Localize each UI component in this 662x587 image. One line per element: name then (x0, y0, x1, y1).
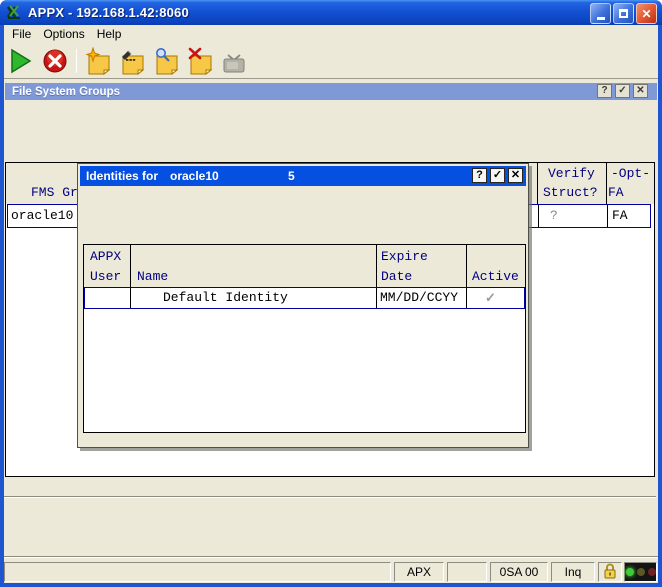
panel-cancel-button[interactable]: ✕ (633, 84, 648, 98)
screenshot-root: APPX - 192.168.1.42:8060 ✕ File Options … (0, 0, 662, 587)
new-record-icon[interactable] (84, 47, 112, 75)
cell-separator (130, 288, 131, 308)
padlock-icon (603, 563, 617, 582)
dialog-title-bar[interactable]: Identities for oracle10 5 ? ✓ ✕ (80, 166, 526, 186)
cell-separator (466, 288, 467, 308)
fs-cell-opt: FA (612, 208, 628, 223)
dialog-title-value: oracle10 (170, 169, 219, 183)
status-cell-inq: Inq (551, 562, 595, 582)
identities-table: APPX User Name Expire Date Active Defaul… (83, 244, 526, 433)
cell-separator (538, 205, 539, 227)
cell-name: Default Identity (163, 290, 288, 305)
fs-cell-group: oracle10 (11, 208, 73, 223)
divider (4, 556, 658, 558)
menu-help[interactable]: Help (91, 26, 128, 42)
fs-col-header-verify-2: Struct? (543, 185, 598, 200)
identities-dialog: Identities for oracle10 5 ? ✓ ✕ APPX Us (77, 163, 529, 448)
view-record-icon[interactable] (152, 47, 180, 75)
minimize-button[interactable] (590, 3, 611, 24)
cell-separator (376, 288, 377, 308)
cancel-icon[interactable] (41, 47, 69, 75)
toolbar (4, 43, 658, 79)
cell-expire-date: MM/DD/CCYY (380, 290, 458, 305)
status-lock-cell (598, 562, 622, 582)
identity-row[interactable]: Default Identity MM/DD/CCYY ✓ (84, 287, 525, 309)
col-header-date: Date (381, 269, 412, 284)
dialog-title-count: 5 (288, 169, 295, 183)
app-window: APPX - 192.168.1.42:8060 ✕ File Options … (0, 0, 662, 587)
col-header-expire: Expire (381, 249, 428, 264)
dialog-help-button[interactable]: ? (472, 168, 487, 183)
toolbar-separator (76, 49, 77, 73)
delete-record-icon[interactable] (186, 47, 214, 75)
edit-record-icon[interactable] (118, 47, 146, 75)
window-title: APPX - 192.168.1.42:8060 (28, 5, 189, 20)
panel-help-button[interactable]: ? (597, 84, 612, 98)
status-lights-icon (624, 562, 657, 582)
col-header-active: Active (472, 269, 519, 284)
menu-bar: File Options Help (4, 25, 658, 43)
menu-file[interactable]: File (6, 26, 37, 42)
dialog-title: Identities for (86, 169, 158, 183)
fs-col-header-opt-1: -Opt- (611, 166, 650, 181)
dialog-close-button[interactable]: ✕ (508, 168, 523, 183)
divider (4, 496, 656, 498)
menu-options[interactable]: Options (37, 26, 90, 42)
close-button[interactable]: ✕ (636, 3, 657, 24)
dialog-ok-button[interactable]: ✓ (490, 168, 505, 183)
red-light (648, 568, 656, 576)
run-icon[interactable] (7, 47, 35, 75)
col-header-user: User (90, 269, 121, 284)
col-header-appx: APPX (90, 249, 121, 264)
minimize-icon (597, 17, 605, 20)
fs-col-header-verify-1: Verify (548, 166, 595, 181)
cell-separator (607, 205, 608, 227)
close-icon: ✕ (641, 8, 651, 20)
fs-cell-verify: ? (550, 208, 558, 223)
panel-title: File System Groups (12, 86, 120, 98)
title-bar[interactable]: APPX - 192.168.1.42:8060 ✕ (0, 0, 662, 25)
active-check-icon: ✓ (485, 290, 496, 306)
green-light (626, 568, 634, 576)
status-cell-blank (447, 562, 487, 582)
amber-light (637, 568, 645, 576)
panel-header: File System Groups ? ✓ ✕ (5, 83, 657, 100)
maximize-button[interactable] (613, 3, 634, 24)
status-cell-apx: APX (394, 562, 444, 582)
appx-logo-icon (6, 4, 23, 21)
panel-ok-button[interactable]: ✓ (615, 84, 630, 98)
status-cell-osa: 0SA 00 (490, 562, 548, 582)
fs-col-header-opt-2: FA (608, 185, 624, 200)
status-cell-message (4, 562, 391, 582)
col-header-name: Name (137, 269, 168, 284)
maximize-icon (619, 9, 628, 18)
display-off-icon (220, 47, 248, 75)
client-area: File Options Help (4, 25, 658, 583)
